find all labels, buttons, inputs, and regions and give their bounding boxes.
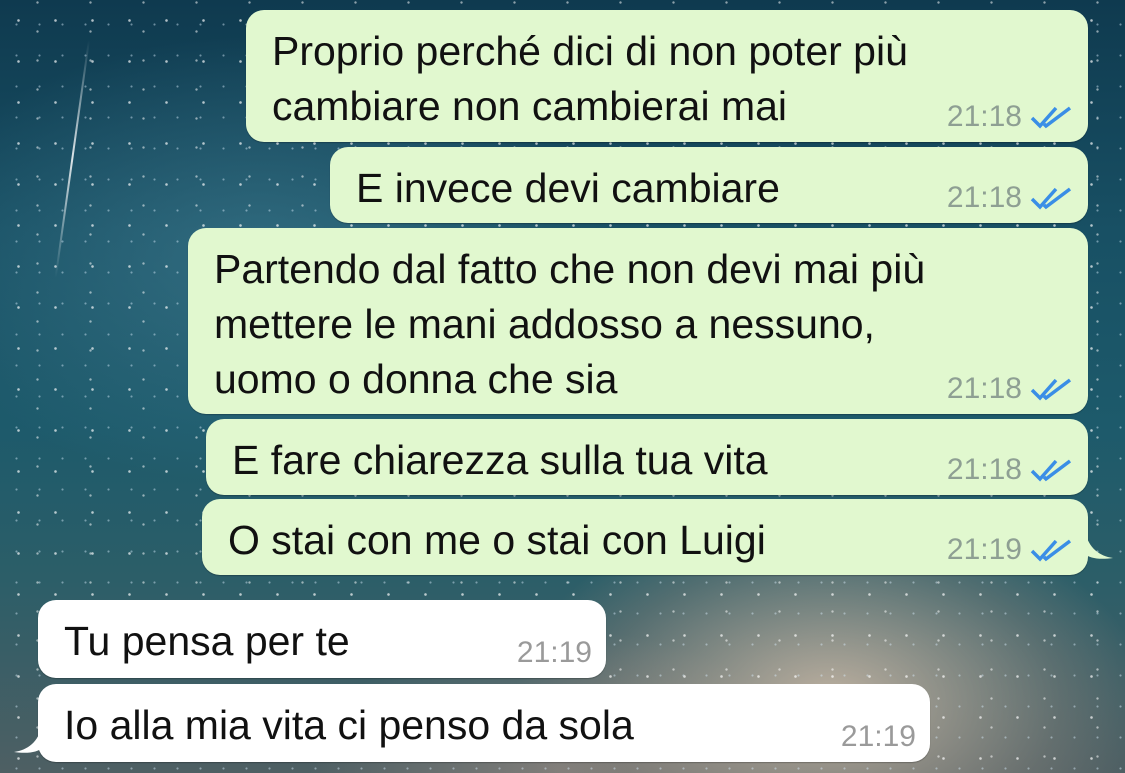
outgoing-message-bubble[interactable]: Partendo dal fatto che non devi mai più … xyxy=(188,228,1088,414)
message-text: E invece devi cambiare xyxy=(356,165,780,211)
outgoing-bubble-tail xyxy=(1085,532,1113,559)
double-check-read-icon xyxy=(1030,537,1074,563)
message-text: Io alla mia vita ci penso da sola xyxy=(64,702,634,748)
message-meta: 21:18 xyxy=(947,181,1074,215)
message-time: 21:19 xyxy=(516,636,592,669)
message-meta: 21:18 xyxy=(947,100,1074,134)
outgoing-message-bubble[interactable]: Proprio perché dici di non poter più cam… xyxy=(246,10,1088,142)
double-check-read-icon xyxy=(1030,457,1074,483)
message-time: 21:19 xyxy=(946,533,1022,566)
incoming-bubble-tail xyxy=(14,726,42,753)
outgoing-message-bubble[interactable]: E invece devi cambiare 21:18 xyxy=(330,147,1088,223)
outgoing-message-bubble[interactable]: O stai con me o stai con Luigi 21:19 xyxy=(202,499,1088,575)
message-text: Proprio perché dici di non poter più cam… xyxy=(272,28,908,129)
message-text: E fare chiarezza sulla tua vita xyxy=(232,437,768,483)
double-check-read-icon xyxy=(1030,185,1074,211)
message-time: 21:18 xyxy=(946,100,1022,133)
message-meta: 21:18 xyxy=(947,453,1074,487)
incoming-message-bubble[interactable]: Tu pensa per te 21:19 xyxy=(38,600,606,678)
outgoing-message-bubble[interactable]: E fare chiarezza sulla tua vita 21:18 xyxy=(206,419,1088,495)
message-text: Partendo dal fatto che non devi mai più … xyxy=(214,246,926,402)
message-time: 21:19 xyxy=(840,720,916,753)
message-time: 21:18 xyxy=(946,453,1022,486)
message-meta: 21:19 xyxy=(517,636,592,670)
message-time: 21:18 xyxy=(946,372,1022,405)
double-check-read-icon xyxy=(1030,104,1074,130)
message-meta: 21:19 xyxy=(841,720,916,754)
message-text: Tu pensa per te xyxy=(64,618,350,664)
message-time: 21:18 xyxy=(946,181,1022,214)
double-check-read-icon xyxy=(1030,376,1074,402)
message-text: O stai con me o stai con Luigi xyxy=(228,517,766,563)
message-meta: 21:18 xyxy=(947,372,1074,406)
message-meta: 21:19 xyxy=(947,533,1074,567)
incoming-message-bubble[interactable]: Io alla mia vita ci penso da sola 21:19 xyxy=(38,684,930,762)
